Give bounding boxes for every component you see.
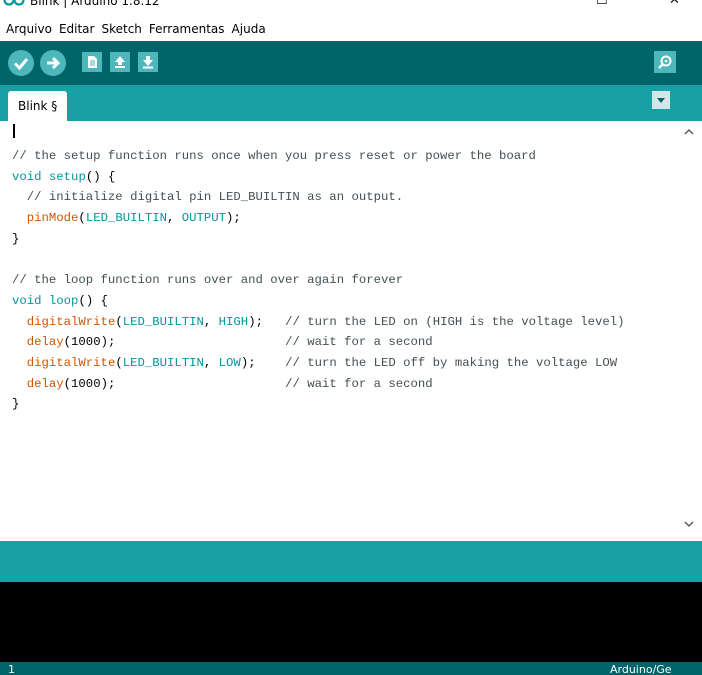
code-line: void loop() { — [12, 291, 625, 312]
close-icon[interactable]: ✕ — [669, 0, 680, 8]
code-token: void — [12, 293, 42, 308]
code-token: // the setup function runs once when you… — [12, 149, 536, 163]
code-token: (1000); — [63, 376, 286, 391]
menu-bar: Arquivo Editar Sketch Ferramentas Ajuda — [0, 18, 702, 40]
tab-strip: Blink § — [0, 85, 702, 121]
code-token: LED_BUILTIN — [122, 355, 204, 370]
toolbar — [0, 41, 702, 85]
code-token: LOW — [218, 355, 241, 370]
new-sketch-button[interactable] — [82, 52, 102, 72]
code-line: delay(1000); // wait for a second — [12, 332, 625, 353]
code-line: pinMode(LED_BUILTIN, OUTPUT); — [12, 208, 625, 229]
new-file-icon — [88, 56, 97, 68]
window-title: Blink | Arduino 1.8.12 — [30, 0, 160, 8]
code-token: OUTPUT — [181, 211, 227, 226]
code-text[interactable]: // the setup function runs once when you… — [12, 146, 625, 415]
maximize-icon[interactable]: ☐ — [596, 0, 608, 8]
code-token: , — [203, 355, 219, 370]
arduino-ide-window: Blink | Arduino 1.8.12 ☐ ✕ Arquivo Edita… — [0, 0, 702, 675]
code-token: } — [12, 397, 20, 412]
code-token: loop — [48, 293, 79, 308]
console-output[interactable] — [0, 582, 702, 662]
menu-editar[interactable]: Editar — [59, 18, 95, 40]
code-token: ); — [240, 355, 286, 370]
code-token: , — [167, 211, 182, 226]
code-line: // the setup function runs once when you… — [12, 146, 625, 167]
code-token: } — [12, 231, 20, 246]
verify-icon — [13, 58, 29, 71]
code-token: ( — [115, 355, 123, 370]
scroll-down-icon[interactable] — [682, 518, 696, 530]
code-token: // wait for a second — [285, 376, 433, 391]
code-token: ); — [248, 314, 286, 329]
code-token: setup — [48, 169, 86, 184]
code-line: delay(1000); // wait for a second — [12, 374, 625, 395]
code-token: (1000); — [63, 335, 286, 350]
board-label: Arduino/Ge — [610, 663, 672, 675]
upload-button[interactable] — [40, 50, 66, 76]
code-token: , — [203, 314, 219, 329]
title-bar: Blink | Arduino 1.8.12 ☐ ✕ — [0, 0, 702, 18]
save-icon — [143, 56, 153, 69]
save-sketch-button[interactable] — [138, 52, 158, 72]
menu-ferramentas[interactable]: Ferramentas — [149, 18, 225, 40]
code-token: HIGH — [218, 314, 249, 329]
code-line: digitalWrite(LED_BUILTIN, HIGH); // turn… — [12, 312, 625, 333]
tab-menu-button[interactable] — [652, 91, 670, 109]
code-token: ( — [78, 211, 86, 226]
code-line: // the loop function runs over and over … — [12, 270, 625, 291]
code-token: () { — [78, 293, 108, 308]
code-token: // initialize digital pin LED_BUILTIN as… — [12, 190, 404, 205]
tab-blink[interactable]: Blink § — [8, 91, 68, 121]
open-sketch-button[interactable] — [110, 52, 130, 72]
code-token: digitalWrite — [26, 355, 116, 370]
serial-monitor-icon — [658, 55, 672, 69]
code-token: LED_BUILTIN — [122, 314, 204, 329]
code-editor[interactable]: // the setup function runs once when you… — [0, 121, 702, 539]
text-caret — [13, 124, 15, 138]
footer-bar: 1 Arduino/Ge — [0, 662, 702, 675]
code-token: delay — [26, 335, 64, 350]
status-bar — [0, 541, 702, 582]
upload-icon — [47, 56, 61, 70]
code-token: ( — [115, 314, 123, 329]
menu-arquivo[interactable]: Arquivo — [6, 18, 52, 40]
code-line: } — [12, 394, 625, 415]
scroll-up-icon[interactable] — [682, 126, 696, 138]
code-token: pinMode — [26, 211, 79, 226]
code-line: // initialize digital pin LED_BUILTIN as… — [12, 187, 625, 208]
code-token: ); — [226, 211, 241, 226]
menu-ajuda[interactable]: Ajuda — [232, 18, 266, 40]
code-line: void setup() { — [12, 167, 625, 188]
code-token: digitalWrite — [26, 314, 116, 329]
code-token: LED_BUILTIN — [85, 211, 167, 226]
code-token: () { — [85, 169, 116, 184]
code-token: // turn the LED on (HIGH is the voltage … — [285, 314, 625, 329]
code-line: digitalWrite(LED_BUILTIN, LOW); // turn … — [12, 353, 625, 374]
line-number: 1 — [8, 663, 15, 675]
code-token: // turn the LED off by making the voltag… — [285, 355, 618, 370]
chevron-down-icon — [657, 98, 665, 103]
code-token: // the loop function runs over and over … — [12, 273, 404, 288]
verify-button[interactable] — [8, 50, 34, 76]
code-token: // wait for a second — [285, 335, 433, 350]
code-line: } — [12, 229, 625, 250]
open-icon — [115, 56, 125, 68]
serial-monitor-button[interactable] — [654, 51, 676, 73]
arduino-logo-icon — [3, 0, 25, 6]
code-token: delay — [26, 376, 64, 391]
code-token: void — [12, 169, 42, 184]
menu-sketch[interactable]: Sketch — [101, 18, 141, 40]
